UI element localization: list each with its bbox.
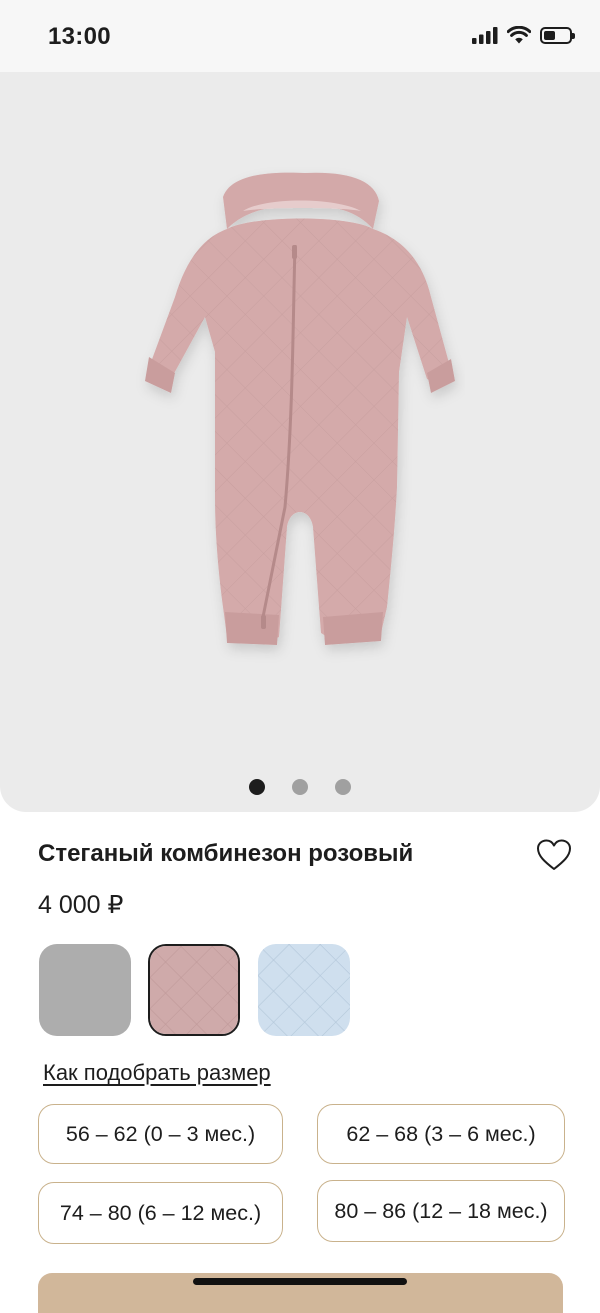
product-price: 4 000 ₽: [38, 891, 124, 919]
size-option-74-80[interactable]: 74 – 80 (6 – 12 мес.): [38, 1182, 283, 1244]
battery-fill: [544, 30, 555, 40]
gallery-dot-3[interactable]: [335, 779, 351, 795]
product-title: Стеганый комбинезон розовый: [38, 840, 414, 867]
status-icons: [472, 26, 575, 44]
wifi-icon: [507, 26, 531, 44]
size-option-56-62[interactable]: 56 – 62 (0 – 3 мес.): [38, 1104, 283, 1164]
gallery-dot-1[interactable]: [249, 779, 265, 795]
size-option-62-68[interactable]: 62 – 68 (3 – 6 мес.): [317, 1104, 565, 1164]
swatch-blue-texture: [258, 944, 350, 1036]
size-guide-link[interactable]: Как подобрать размер: [43, 1060, 271, 1086]
color-swatch-pink[interactable]: [148, 944, 240, 1036]
battery-icon: [540, 26, 575, 44]
gallery-dot-2[interactable]: [292, 779, 308, 795]
favorite-button[interactable]: [535, 838, 573, 872]
color-swatch-grey[interactable]: [39, 944, 131, 1036]
size-option-80-86[interactable]: 80 – 86 (12 – 18 мес.): [317, 1180, 565, 1242]
status-bar: 13:00: [0, 0, 600, 72]
product-gallery[interactable]: [0, 72, 600, 812]
swatch-grey-texture: [39, 944, 131, 1036]
swatch-pink-texture: [150, 946, 238, 1034]
gallery-pagination: [0, 779, 600, 795]
signal-icon: [472, 26, 498, 44]
color-swatch-light-blue[interactable]: [258, 944, 350, 1036]
product-image: [145, 172, 455, 645]
home-indicator[interactable]: [193, 1278, 407, 1285]
heart-outline-icon: [537, 839, 571, 870]
status-time: 13:00: [48, 23, 111, 50]
